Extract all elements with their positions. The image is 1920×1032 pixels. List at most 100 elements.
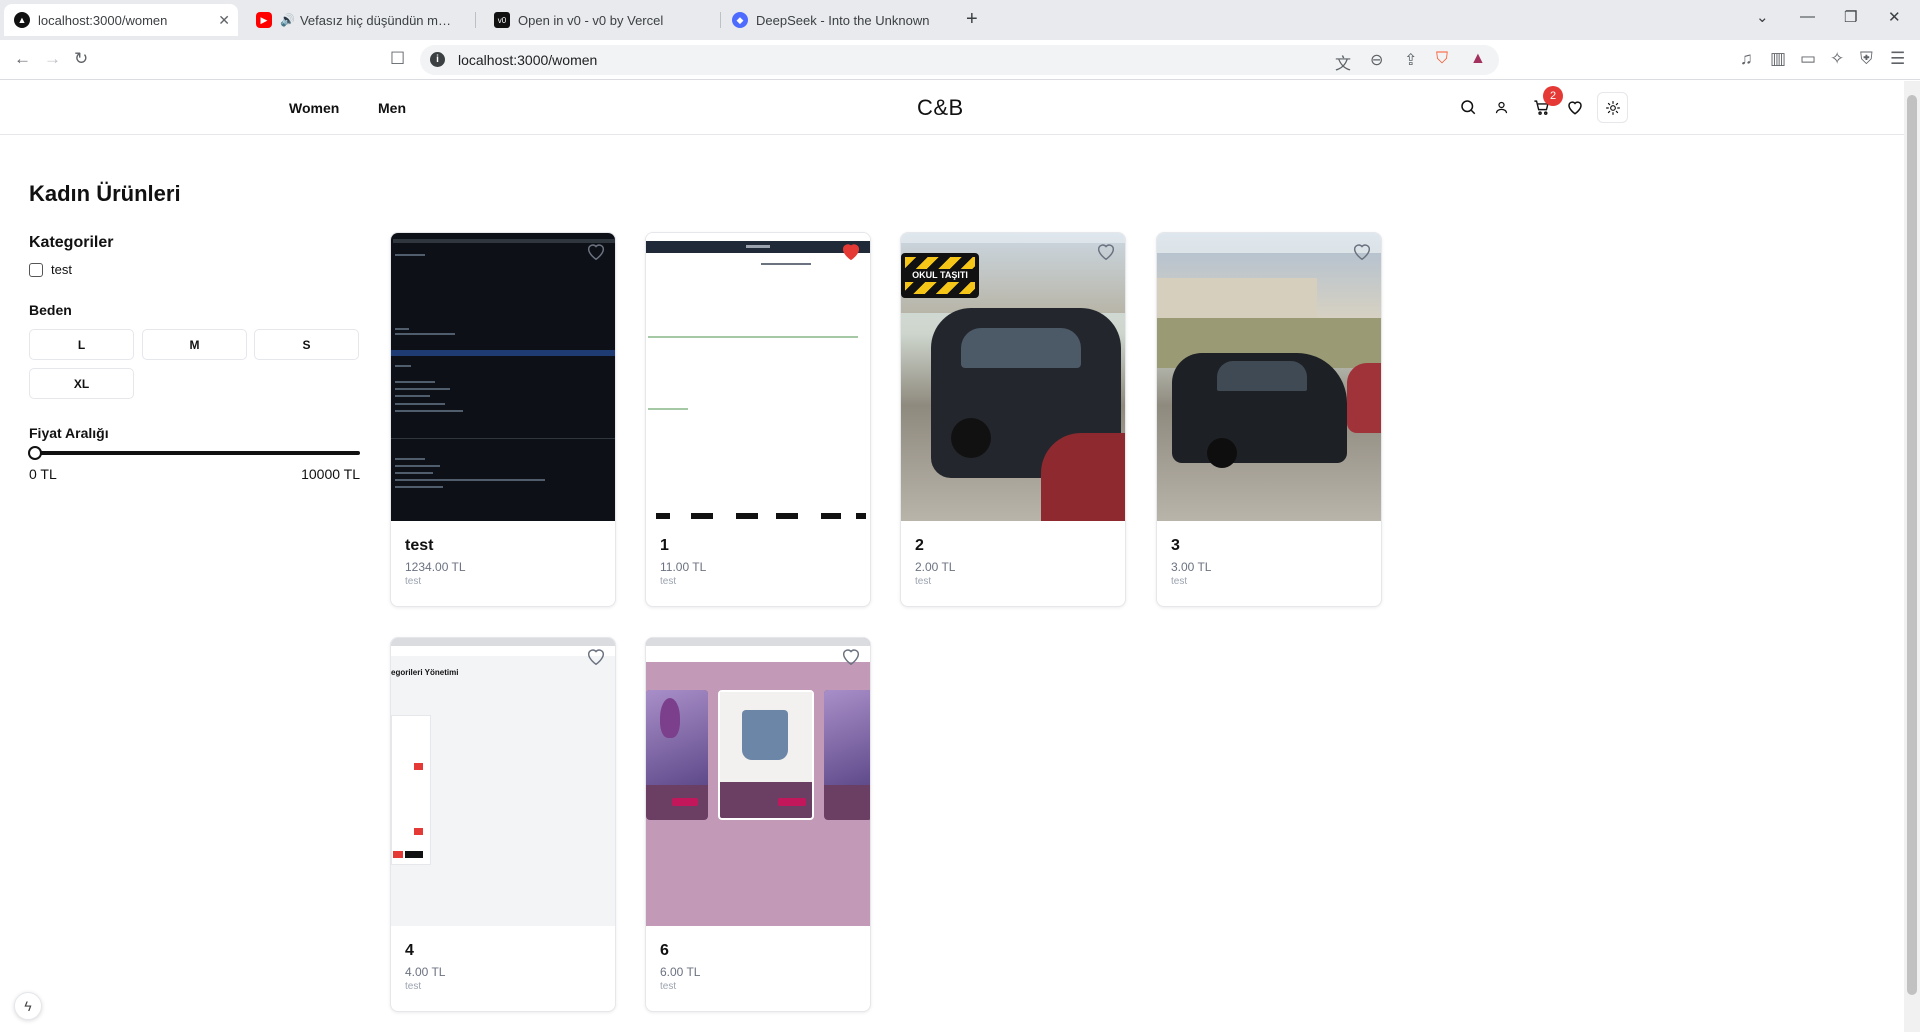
product-price: 4.00 TL	[405, 965, 446, 979]
product-category: test	[405, 576, 422, 587]
close-tab-icon[interactable]: ✕	[218, 12, 230, 29]
browser-toolbar: ← → ↻ ☐ i localhost:3000/women 文 ⊖ ⇪ ⛉ ▲…	[0, 40, 1920, 80]
category-label: test	[51, 262, 72, 277]
scrollbar-thumb[interactable]	[1907, 95, 1917, 995]
address-url[interactable]: localhost:3000/women	[458, 52, 597, 68]
product-card[interactable]: 6 6.00 TL test	[645, 637, 871, 1012]
size-heading: Beden	[29, 302, 72, 318]
price-max-label: 10000 TL	[301, 466, 360, 482]
categories-heading: Kategoriler	[29, 234, 114, 251]
product-price: 1234.00 TL	[405, 560, 466, 574]
size-button-m[interactable]: M	[142, 329, 247, 360]
brave-shields-icon[interactable]: ⛉	[1436, 50, 1448, 68]
product-category: test	[1171, 576, 1188, 587]
product-price: 3.00 TL	[1171, 560, 1212, 574]
size-button-s[interactable]: S	[254, 329, 359, 360]
sun-icon	[1605, 100, 1620, 115]
translate-icon[interactable]: 文	[1335, 50, 1351, 74]
product-card[interactable]: test 1234.00 TL test	[390, 232, 616, 607]
product-image[interactable]	[646, 233, 870, 521]
theme-toggle-button[interactable]	[1597, 92, 1628, 123]
product-category: test	[660, 576, 677, 587]
v0-favicon-icon: v0	[494, 12, 510, 28]
product-category: test	[915, 576, 932, 587]
restore-window-icon[interactable]: ❐	[1844, 8, 1857, 26]
product-name[interactable]: 4	[405, 942, 414, 960]
product-card[interactable]: egorileri Yönetimi 4 4.00 TL test	[390, 637, 616, 1012]
bookmark-icon[interactable]: ☐	[390, 49, 405, 69]
product-image[interactable]	[1157, 233, 1381, 521]
address-bar[interactable]: i localhost:3000/women 文 ⊖ ⇪ ⛉ ▲	[420, 45, 1499, 75]
favorite-heart-icon[interactable]	[585, 645, 607, 667]
close-window-icon[interactable]: ✕	[1888, 8, 1901, 26]
product-name[interactable]: test	[405, 537, 433, 555]
product-card[interactable]: 1 11.00 TL test	[645, 232, 871, 607]
media-icon[interactable]: ♫	[1740, 49, 1753, 69]
product-name[interactable]: 6	[660, 942, 669, 960]
category-checkbox[interactable]	[29, 262, 43, 277]
new-tab-button[interactable]: +	[966, 8, 978, 31]
product-price: 11.00 TL	[660, 560, 707, 574]
nav-link-men[interactable]: Men	[378, 100, 406, 116]
minimize-window-icon[interactable]: —	[1800, 8, 1815, 25]
product-image[interactable]: OKUL TAŞITI	[901, 233, 1125, 521]
product-name[interactable]: 3	[1171, 537, 1180, 555]
product-card[interactable]: OKUL TAŞITI 2 2.00 TL test	[900, 232, 1126, 607]
product-card[interactable]: 3 3.00 TL test	[1156, 232, 1382, 607]
product-name[interactable]: 1	[660, 537, 669, 555]
nav-link-women[interactable]: Women	[289, 100, 339, 116]
page-scrollbar[interactable]	[1904, 81, 1920, 1032]
brave-rewards-icon[interactable]: ▲	[1470, 50, 1486, 68]
product-image[interactable]: egorileri Yönetimi	[391, 638, 615, 926]
deepseek-favicon-icon: ◆	[732, 12, 748, 28]
favorite-heart-icon[interactable]	[585, 240, 607, 262]
vercel-favicon-icon: ▲	[14, 12, 30, 28]
forward-arrow-icon[interactable]: →	[44, 49, 61, 69]
menu-icon[interactable]: ☰	[1890, 49, 1905, 69]
size-button-xl[interactable]: XL	[29, 368, 134, 399]
category-filter-test[interactable]: test	[29, 262, 72, 277]
tab-separator	[475, 12, 476, 28]
product-price: 6.00 TL	[660, 965, 701, 979]
back-arrow-icon[interactable]: ←	[14, 49, 31, 69]
sidebar-icon[interactable]: ▥	[1770, 49, 1786, 69]
browser-tab-v0[interactable]: v0 Open in v0 - v0 by Vercel	[484, 4, 714, 36]
image-sign-text: OKUL TAŞITI	[905, 269, 975, 282]
browser-tab-bar: ▲ localhost:3000/women ✕ ▶ 🔊 Vefasız hiç…	[0, 0, 1920, 40]
search-icon[interactable]	[1459, 98, 1477, 116]
reload-icon[interactable]: ↻	[74, 49, 88, 69]
share-icon[interactable]: ⇪	[1404, 50, 1417, 70]
favorite-heart-icon[interactable]	[1351, 240, 1373, 262]
price-range-heading: Fiyat Aralığı	[29, 425, 109, 441]
product-image[interactable]	[391, 233, 615, 521]
price-min-label: 0 TL	[29, 466, 57, 482]
site-logo[interactable]: C&B	[917, 95, 964, 121]
tab-search-chevron-icon[interactable]: ⌄	[1756, 8, 1769, 26]
product-image[interactable]	[646, 638, 870, 926]
favorite-heart-icon[interactable]	[1095, 240, 1117, 262]
size-button-l[interactable]: L	[29, 329, 134, 360]
browser-tab-deepseek[interactable]: ◆ DeepSeek - Into the Unknown	[722, 4, 952, 36]
wallet-icon[interactable]: ▭	[1800, 49, 1816, 69]
price-slider-track[interactable]	[29, 451, 360, 455]
price-slider-thumb[interactable]	[28, 446, 42, 460]
favorite-heart-icon[interactable]	[840, 645, 862, 667]
dev-tools-lightning-button[interactable]: ϟ	[14, 992, 42, 1020]
vpn-icon[interactable]: ⛨	[1860, 49, 1873, 69]
cart-count-badge: 2	[1543, 86, 1563, 106]
image-heading-text: egorileri Yönetimi	[391, 668, 459, 677]
wishlist-heart-icon[interactable]	[1566, 98, 1584, 116]
browser-tab-active[interactable]: ▲ localhost:3000/women ✕	[4, 4, 238, 36]
product-price: 2.00 TL	[915, 560, 956, 574]
product-name[interactable]: 2	[915, 537, 924, 555]
tab-separator	[720, 12, 721, 28]
leo-ai-icon[interactable]: ✧	[1830, 49, 1844, 69]
youtube-favicon-icon: ▶	[256, 12, 272, 28]
page-title: Kadın Ürünleri	[29, 181, 181, 206]
product-category: test	[405, 981, 422, 992]
user-icon[interactable]	[1494, 100, 1509, 115]
site-info-icon[interactable]: i	[430, 52, 445, 67]
zoom-icon[interactable]: ⊖	[1370, 50, 1383, 70]
browser-tab-youtube[interactable]: ▶ 🔊 Vefasız hiç düşündün mü?-spee	[246, 4, 466, 36]
favorite-heart-filled-icon[interactable]	[840, 240, 862, 262]
